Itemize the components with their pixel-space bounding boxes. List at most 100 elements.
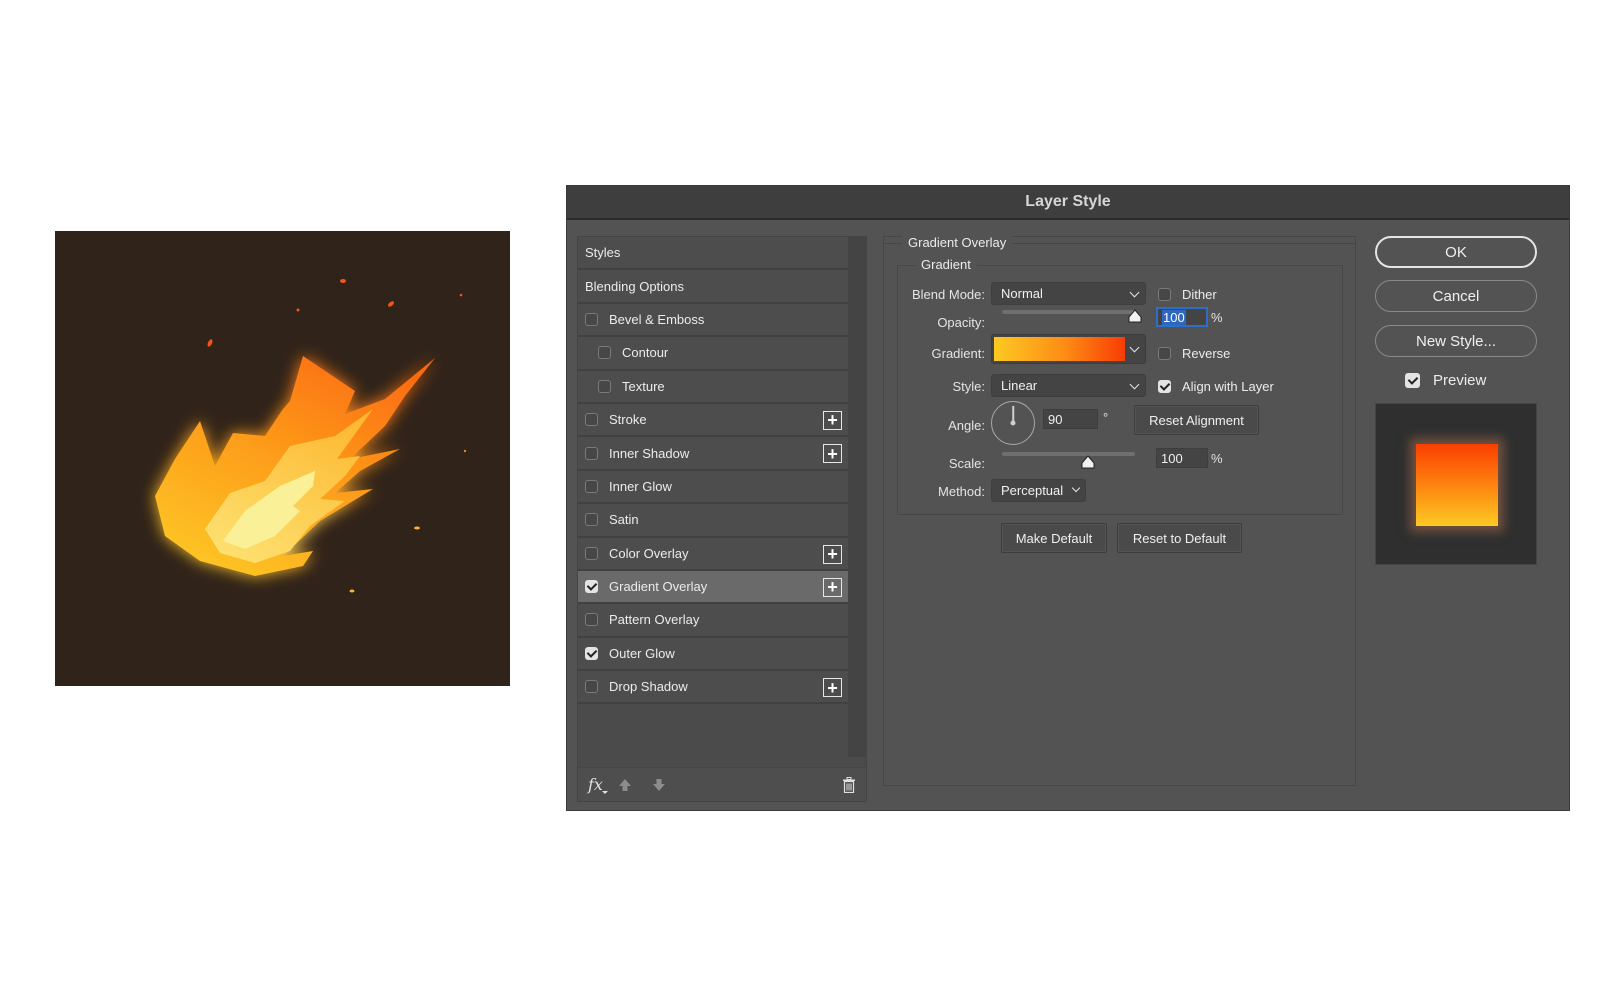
opacity-slider-thumb[interactable] xyxy=(1128,309,1142,323)
style-item-inner-shadow[interactable]: Inner Shadow + xyxy=(578,437,848,471)
style-item-inner-glow[interactable]: Inner Glow xyxy=(578,470,848,505)
style-item-outer-glow[interactable]: Outer Glow xyxy=(578,637,848,672)
dialog-titlebar[interactable]: Layer Style xyxy=(567,186,1569,220)
styles-header[interactable]: Styles xyxy=(578,237,848,271)
reverse-checkbox-box[interactable] xyxy=(1158,347,1171,360)
gradient-group-title: Gradient xyxy=(915,257,977,272)
dither-checkbox[interactable]: Dither xyxy=(1158,287,1217,302)
style-item-color-overlay[interactable]: Color Overlay + xyxy=(578,537,848,571)
opacity-input[interactable]: 100 xyxy=(1156,307,1208,327)
contour-checkbox[interactable] xyxy=(598,346,611,360)
reset-to-default-button[interactable]: Reset to Default xyxy=(1117,523,1242,553)
styles-panel: Styles Blending Options Bevel & Emboss Co… xyxy=(577,236,867,802)
style-item-label: Bevel & Emboss xyxy=(609,311,705,327)
chevron-down-icon xyxy=(1129,287,1140,298)
align-with-layer-checkbox-box[interactable] xyxy=(1158,380,1171,393)
trash-icon[interactable] xyxy=(842,777,856,793)
add-drop-shadow-icon[interactable]: + xyxy=(823,678,842,698)
opacity-label: Opacity: xyxy=(937,315,985,330)
section-title: Gradient Overlay xyxy=(902,235,1013,250)
scale-slider-thumb[interactable] xyxy=(1081,455,1095,469)
add-color-overlay-icon[interactable]: + xyxy=(823,544,842,564)
reset-alignment-button[interactable]: Reset Alignment xyxy=(1134,405,1259,435)
scale-slider-track[interactable] xyxy=(1002,452,1135,456)
preview-label: Preview xyxy=(1433,372,1487,389)
gradient-preview-bar[interactable] xyxy=(994,337,1125,361)
scale-input[interactable]: 100 xyxy=(1156,448,1208,468)
add-inner-shadow-icon[interactable]: + xyxy=(823,444,842,464)
move-down-icon[interactable] xyxy=(651,777,667,793)
dither-label: Dither xyxy=(1182,287,1217,302)
style-item-gradient-overlay[interactable]: Gradient Overlay + xyxy=(578,570,848,605)
style-item-label: Stroke xyxy=(609,412,647,428)
style-item-label: Drop Shadow xyxy=(609,679,688,695)
bevel-emboss-checkbox[interactable] xyxy=(585,312,598,326)
gradient-label: Gradient: xyxy=(931,346,985,361)
align-with-layer-label: Align with Layer xyxy=(1182,379,1274,394)
gradient-dropdown-chevron-icon[interactable] xyxy=(1129,342,1140,353)
style-item-label: Contour xyxy=(622,345,669,361)
fireball-illustration xyxy=(155,279,467,593)
flame xyxy=(155,356,435,576)
style-select[interactable]: Linear xyxy=(991,374,1146,397)
opacity-unit: % xyxy=(1211,310,1223,325)
inner-shadow-checkbox[interactable] xyxy=(585,446,598,460)
stroke-checkbox[interactable] xyxy=(585,413,598,427)
add-stroke-icon[interactable]: + xyxy=(823,410,842,430)
layer-style-dialog: Layer Style Styles Blending Options Beve… xyxy=(566,185,1570,811)
styles-header-label: Styles xyxy=(585,245,621,261)
preview-checkbox[interactable]: Preview xyxy=(1405,372,1486,389)
style-item-stroke[interactable]: Stroke + xyxy=(578,403,848,438)
style-item-label: Color Overlay xyxy=(609,545,689,561)
style-item-label: Pattern Overlay xyxy=(609,612,700,628)
style-item-texture[interactable]: Texture xyxy=(578,370,848,404)
ok-button[interactable]: OK xyxy=(1375,236,1537,268)
blending-options-label: Blending Options xyxy=(585,278,685,294)
gradient-overlay-checkbox[interactable] xyxy=(585,580,598,594)
chevron-down-icon xyxy=(1129,379,1140,390)
angle-unit: ° xyxy=(1103,410,1109,425)
color-overlay-checkbox[interactable] xyxy=(585,546,598,560)
scale-unit: % xyxy=(1211,451,1223,466)
angle-input[interactable]: 90 xyxy=(1043,409,1098,429)
style-item-contour[interactable]: Contour xyxy=(578,337,848,371)
chevron-down-icon xyxy=(1071,483,1081,493)
drop-shadow-checkbox[interactable] xyxy=(585,680,598,694)
style-item-label: Outer Glow xyxy=(609,645,675,661)
reverse-checkbox[interactable]: Reverse xyxy=(1158,346,1230,361)
texture-checkbox[interactable] xyxy=(598,379,611,393)
preview-checkbox-box[interactable] xyxy=(1405,373,1420,388)
outer-glow-checkbox[interactable] xyxy=(585,646,598,660)
align-with-layer-checkbox[interactable]: Align with Layer xyxy=(1158,379,1274,394)
fx-menu-icon[interactable]: fx xyxy=(588,775,608,794)
satin-checkbox[interactable] xyxy=(585,513,598,527)
make-default-button[interactable]: Make Default xyxy=(1001,523,1107,553)
style-item-label: Inner Shadow xyxy=(609,445,690,461)
opacity-value: 100 xyxy=(1162,309,1186,325)
new-style-button[interactable]: New Style... xyxy=(1375,325,1537,357)
cancel-button[interactable]: Cancel xyxy=(1375,280,1537,312)
method-select[interactable]: Perceptual xyxy=(991,479,1086,502)
move-up-icon[interactable] xyxy=(617,777,633,793)
style-preview-swatch xyxy=(1416,444,1498,526)
gradient-overlay-settings: Gradient Overlay Gradient Blend Mode: No… xyxy=(883,235,1356,786)
dither-checkbox-box[interactable] xyxy=(1158,288,1171,301)
style-item-bevel-emboss[interactable]: Bevel & Emboss xyxy=(578,303,848,338)
style-item-pattern-overlay[interactable]: Pattern Overlay xyxy=(578,604,848,638)
style-preview-box xyxy=(1375,403,1537,565)
styles-scrollbar[interactable] xyxy=(848,237,867,757)
inner-glow-checkbox[interactable] xyxy=(585,479,598,493)
style-item-satin[interactable]: Satin xyxy=(578,504,848,538)
gradient-picker[interactable] xyxy=(991,334,1146,364)
add-gradient-overlay-icon[interactable]: + xyxy=(823,577,842,597)
blending-options-item[interactable]: Blending Options xyxy=(578,270,848,304)
blend-mode-select[interactable]: Normal xyxy=(991,282,1146,305)
style-item-drop-shadow[interactable]: Drop Shadow + xyxy=(578,671,848,705)
style-item-label: Texture xyxy=(622,378,665,394)
dialog-title: Layer Style xyxy=(1025,193,1111,210)
opacity-slider-track[interactable] xyxy=(1002,310,1135,314)
angle-label: Angle: xyxy=(948,418,985,433)
blend-mode-label: Blend Mode: xyxy=(912,287,985,302)
pattern-overlay-checkbox[interactable] xyxy=(585,613,598,627)
angle-dial[interactable] xyxy=(991,401,1035,445)
